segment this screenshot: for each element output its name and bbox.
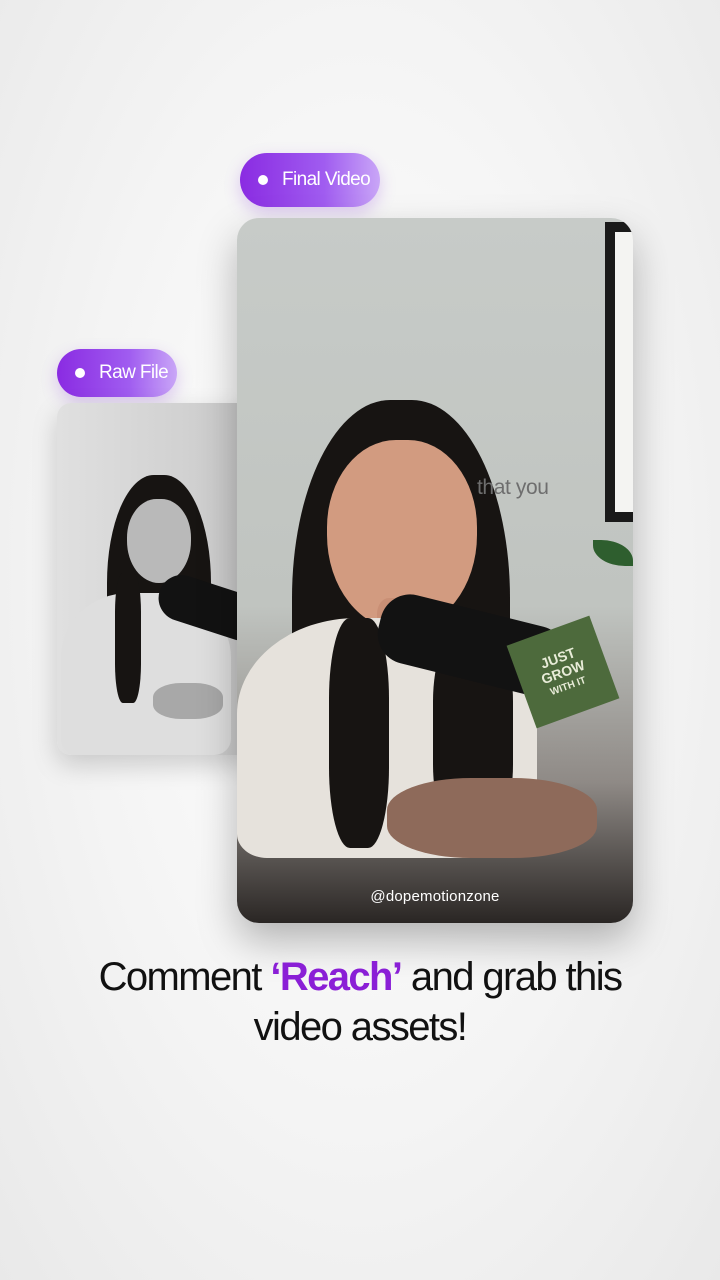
subtitle-caption: that you xyxy=(477,476,549,499)
headline-line-1: Comment ‘Reach’ and grab this xyxy=(98,955,623,999)
headline-line-2: video assets! xyxy=(253,1005,468,1049)
final-video-text: Final Video xyxy=(282,169,371,190)
final-video-player[interactable]: JUST GROW WITH IT that you @dopemotionzo… xyxy=(237,218,633,923)
dot-icon xyxy=(75,368,85,378)
raw-file-label: Raw File xyxy=(57,349,177,397)
raw-file-text: Raw File xyxy=(99,362,169,383)
keyword-reach: ‘Reach’ xyxy=(270,955,403,999)
raw-video-thumbnail[interactable] xyxy=(57,403,257,755)
final-video-label: Final Video xyxy=(240,153,380,207)
person-illustration xyxy=(57,403,257,755)
watermark-handle: @dopemotionzone xyxy=(370,888,500,905)
person-illustration xyxy=(237,218,633,923)
call-to-action-headline: Comment ‘Reach’ and grab this video asse… xyxy=(0,952,720,1052)
dot-icon xyxy=(258,175,268,185)
